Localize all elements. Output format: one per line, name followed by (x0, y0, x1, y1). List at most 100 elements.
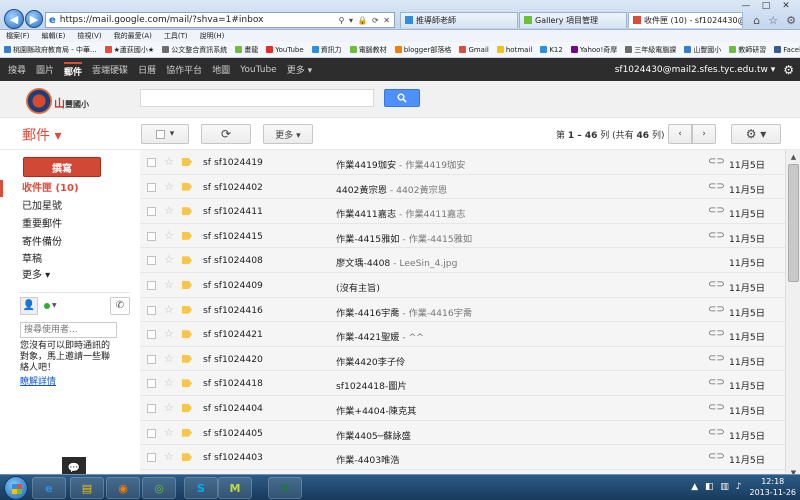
important-marker-icon[interactable] (182, 182, 192, 191)
favorite-link[interactable]: hotmail (496, 46, 532, 54)
home-icon[interactable]: ⌂ (753, 14, 760, 27)
mail-menu-label[interactable]: 郵件 ▾ (22, 125, 61, 145)
star-icon[interactable]: ☆ (164, 204, 174, 217)
email-row[interactable]: ☆ sf sf1024408 廖文瑀-4408 - LeeSin_4.jpg 11月5… (140, 248, 785, 273)
avatar[interactable]: 👤 (20, 296, 38, 315)
row-checkbox[interactable] (147, 256, 156, 266)
star-icon[interactable]: ☆ (164, 450, 174, 463)
close-icon[interactable]: ✕ (776, 0, 796, 12)
row-checkbox[interactable] (147, 305, 156, 315)
important-marker-icon[interactable] (182, 207, 192, 216)
search-button[interactable] (384, 89, 420, 107)
menu-item[interactable]: 編輯(E) (42, 31, 66, 41)
phone-icon[interactable]: ✆ (110, 296, 130, 315)
important-marker-icon[interactable] (182, 158, 192, 166)
star-icon[interactable]: ☆ (164, 253, 174, 266)
row-checkbox[interactable] (147, 281, 156, 290)
star-icon[interactable]: ☆ (164, 401, 174, 414)
start-button[interactable] (4, 476, 28, 500)
menu-item[interactable]: 工具(T) (164, 31, 188, 41)
gear-icon[interactable]: ⚙ (783, 63, 794, 77)
nav-item[interactable]: 已加星號 (0, 198, 140, 215)
compose-button[interactable]: 撰寫 (23, 157, 101, 177)
email-row[interactable]: ☆ sf sf1024403 作業-4403唯浩 ⊂⊃ 11月5日 (140, 445, 785, 470)
email-row[interactable]: ☆ sf sf1024416 作業-4416宇喬 - 作業-4416宇喬 ⊂⊃ 11月5… (140, 297, 785, 323)
menu-item[interactable]: 檢視(V) (77, 31, 101, 41)
gbar-item[interactable]: 地圖 (212, 63, 230, 76)
chrome-app[interactable]: ◎ (142, 477, 176, 499)
gbar-item[interactable]: 圖片 (36, 63, 54, 76)
important-marker-icon[interactable] (182, 354, 192, 363)
select-all-button[interactable]: ▾ (141, 124, 189, 144)
important-marker-icon[interactable] (182, 330, 192, 339)
star-icon[interactable]: ☆ (164, 376, 174, 389)
favorite-link[interactable]: Facebook (774, 46, 800, 54)
favorite-link[interactable]: 教師研習 (729, 45, 766, 55)
email-row[interactable]: ☆ sf sf1024405 作業4405─蘇詠盛 ⊂⊃ 11月5日 (140, 420, 785, 446)
important-marker-icon[interactable] (182, 256, 192, 265)
favorite-link[interactable]: 公文整合資訊系統 (162, 45, 227, 55)
ie-app[interactable]: e (32, 477, 66, 499)
select-checkbox[interactable] (155, 129, 165, 139)
gbar-item[interactable]: 協作平台 (166, 63, 202, 76)
chat-search-input[interactable] (20, 322, 117, 338)
maximize-icon[interactable]: □ (756, 0, 776, 12)
star-icon[interactable]: ☆ (164, 180, 174, 193)
menu-item[interactable]: 說明(H) (200, 31, 225, 41)
row-checkbox[interactable] (147, 231, 156, 241)
gbar-item[interactable]: 郵件 (64, 61, 83, 78)
tray-icons[interactable]: ▲ ◧ ▥ ♪ (691, 482, 743, 492)
row-checkbox[interactable] (147, 404, 156, 413)
prev-page-button[interactable]: ‹ (668, 124, 692, 144)
more-button[interactable]: 更多 ▾ (263, 124, 313, 144)
gbar-item[interactable]: YouTube (240, 65, 277, 75)
explorer-app[interactable]: ▤ (70, 477, 104, 499)
email-row[interactable]: ☆ sf sf1024409 (沒有主旨) ⊂⊃ 11月5日 (140, 273, 785, 298)
star-icon[interactable]: ☆ (768, 14, 778, 27)
favorite-link[interactable]: blogger部落格 (394, 45, 451, 55)
browser-tab[interactable]: 收件匣 (10) - sf1024430@...✕ (628, 12, 743, 28)
email-row[interactable]: ☆ sf sf1024404 作業+4404-陳克其 ⊂⊃ 11月5日 (140, 396, 785, 421)
nav-item[interactable]: 重要郵件 (0, 216, 140, 233)
star-icon[interactable]: ☆ (164, 327, 174, 340)
gbar-item[interactable]: 日曆 (138, 63, 156, 76)
favorite-link[interactable]: Yahoo!奇摩 (570, 45, 617, 55)
row-checkbox[interactable] (147, 330, 156, 340)
important-marker-icon[interactable] (182, 453, 192, 462)
clock[interactable]: 12:18 2013-11-26 (750, 476, 797, 498)
star-icon[interactable]: ☆ (164, 155, 174, 168)
email-row[interactable]: ☆ sf sf1024415 作業-4415雅如 - 作業-4415雅如 ⊂⊃ 11月5… (140, 223, 785, 249)
menu-item[interactable]: 檔案(F) (6, 31, 30, 41)
important-marker-icon[interactable] (182, 305, 192, 314)
email-row[interactable]: ☆ sf sf1024420 作業4420李子伶 ⊂⊃ 11月5日 (140, 346, 785, 372)
user-email[interactable]: sf1024430@mail2.sfes.tyc.edu.tw ▾ (615, 65, 776, 75)
favorite-link[interactable]: YouTube (266, 46, 304, 54)
important-marker-icon[interactable] (182, 281, 192, 289)
important-marker-icon[interactable] (182, 428, 192, 437)
favorite-link[interactable]: Gmail (459, 46, 489, 54)
row-checkbox[interactable] (147, 354, 156, 364)
scrollbar-thumb[interactable] (788, 164, 799, 282)
dreamweaver-app[interactable]: M (218, 477, 252, 499)
favorite-link[interactable]: 畫龍 (235, 45, 258, 55)
star-icon[interactable]: ☆ (164, 278, 174, 291)
important-marker-icon[interactable] (182, 404, 192, 412)
gbar-item[interactable]: 更多 ▾ (287, 63, 312, 76)
minimize-icon[interactable]: — (736, 0, 756, 12)
nav-item[interactable]: 寄件備份 (0, 234, 140, 251)
status-dot-icon[interactable] (44, 302, 50, 309)
skype-app[interactable]: S (184, 477, 218, 499)
favorite-link[interactable]: K12 (540, 46, 563, 54)
favorite-link[interactable]: 山豐國小 (684, 45, 721, 55)
browser-tab[interactable]: Gallery 項目管理 (519, 12, 627, 28)
address-bar[interactable]: e https://mail.google.com/mail/?shva=1#i… (45, 12, 395, 28)
important-marker-icon[interactable] (182, 231, 192, 240)
nav-item[interactable]: 收件匣 (10) (0, 180, 140, 197)
learn-more-link[interactable]: 瞭解詳情 (20, 374, 130, 387)
email-row[interactable]: ☆ sf sf1024402 4402黃宗恩 - 4402黃宗恩 ⊂⊃ 11月5日 (140, 174, 785, 200)
favorite-link[interactable]: 電腦教材 (349, 45, 387, 55)
row-checkbox[interactable] (147, 428, 156, 438)
scroll-up-icon[interactable]: ▲ (786, 150, 800, 164)
gbar-item[interactable]: 搜尋 (8, 63, 26, 76)
refresh-button[interactable]: ⟳ (201, 124, 251, 144)
